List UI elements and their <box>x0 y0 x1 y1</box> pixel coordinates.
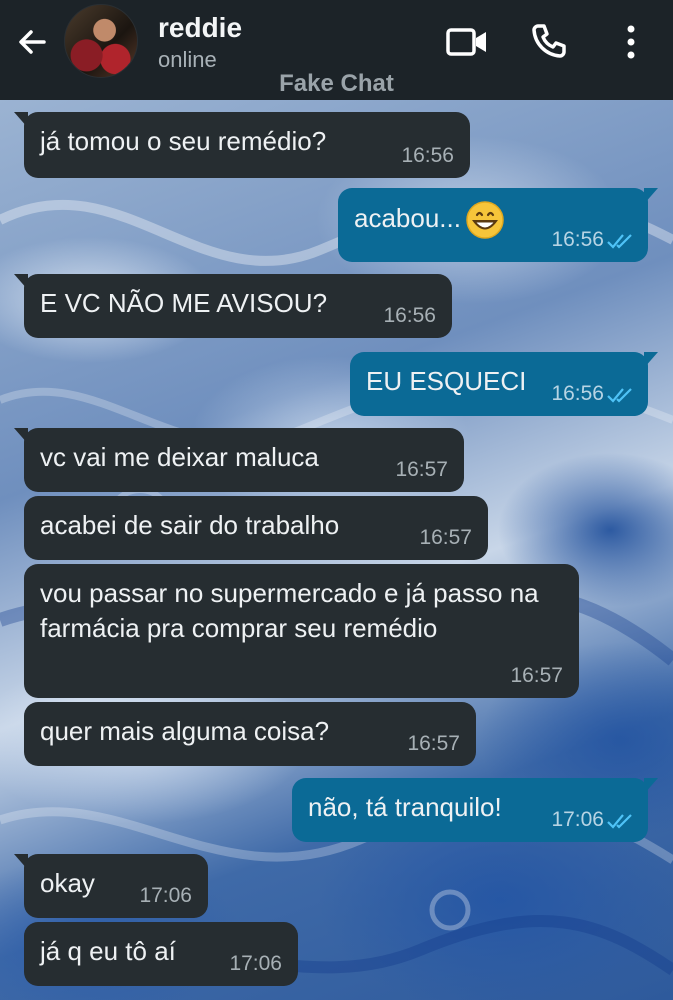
message-time: 17:06 <box>139 884 192 907</box>
message-bubble-outgoing[interactable]: acabou... 16:56 <box>338 188 658 262</box>
contact-name[interactable]: reddie <box>158 12 242 44</box>
message-bubble-incoming[interactable]: já q eu tô aí 17:06 <box>24 922 298 986</box>
message-text: já q eu tô aí <box>40 936 176 966</box>
message-bubble-incoming[interactable]: vou passar no supermercado e já passo na… <box>24 564 579 698</box>
message-bubble-incoming[interactable]: okay 17:06 <box>14 854 208 918</box>
message-time: 16:56 <box>401 144 454 167</box>
app-watermark-label: Fake Chat <box>279 70 394 97</box>
message-text: vc vai me deixar maluca <box>40 442 319 472</box>
message-text: acabei de sair do trabalho <box>40 510 340 540</box>
video-call-icon[interactable] <box>446 26 488 58</box>
more-vertical-icon[interactable] <box>622 24 640 60</box>
message-time: 16:56 <box>551 382 604 405</box>
message-bubble-incoming[interactable]: já tomou o seu remédio? 16:56 <box>14 112 470 178</box>
message-bubble-incoming[interactable]: E VC NÃO ME AVISOU? 16:56 <box>14 274 452 338</box>
message-text: quer mais alguma coisa? <box>40 716 330 746</box>
chat-header: reddie online Fake Chat <box>0 0 673 100</box>
read-receipt-icon <box>607 814 632 829</box>
message-time: 16:57 <box>395 458 448 481</box>
message-text: okay <box>40 868 95 898</box>
message-time: 16:57 <box>510 664 563 687</box>
message-bubble-incoming[interactable]: acabei de sair do trabalho 16:57 <box>24 496 488 560</box>
message-bubble-incoming[interactable]: vc vai me deixar maluca 16:57 <box>14 428 464 492</box>
message-bubble-outgoing[interactable]: EU ESQUECI 16:56 <box>350 352 658 416</box>
message-time: 17:06 <box>229 952 282 975</box>
read-receipt-icon <box>607 234 632 249</box>
message-text: não, tá tranquilo! <box>308 792 502 822</box>
contact-avatar[interactable] <box>64 4 138 78</box>
phone-icon[interactable] <box>530 22 568 60</box>
message-bubble-outgoing[interactable]: não, tá tranquilo! 17:06 <box>292 778 658 842</box>
grinning-face-emoji-icon <box>466 201 504 239</box>
message-time: 16:56 <box>383 304 436 327</box>
message-time: 16:56 <box>551 228 604 251</box>
back-arrow-icon[interactable] <box>14 24 50 60</box>
message-bubble-incoming[interactable]: quer mais alguma coisa? 16:57 <box>24 702 476 766</box>
read-receipt-icon <box>607 388 632 403</box>
message-text: E VC NÃO ME AVISOU? <box>40 288 328 318</box>
message-time: 16:57 <box>419 526 472 549</box>
message-text: já tomou o seu remédio? <box>40 126 327 156</box>
message-text: EU ESQUECI <box>366 366 527 396</box>
message-time: 16:57 <box>407 732 460 755</box>
message-text: acabou... <box>354 202 461 233</box>
message-text: vou passar no supermercado e já passo na… <box>40 578 539 643</box>
message-time: 17:06 <box>551 808 604 831</box>
